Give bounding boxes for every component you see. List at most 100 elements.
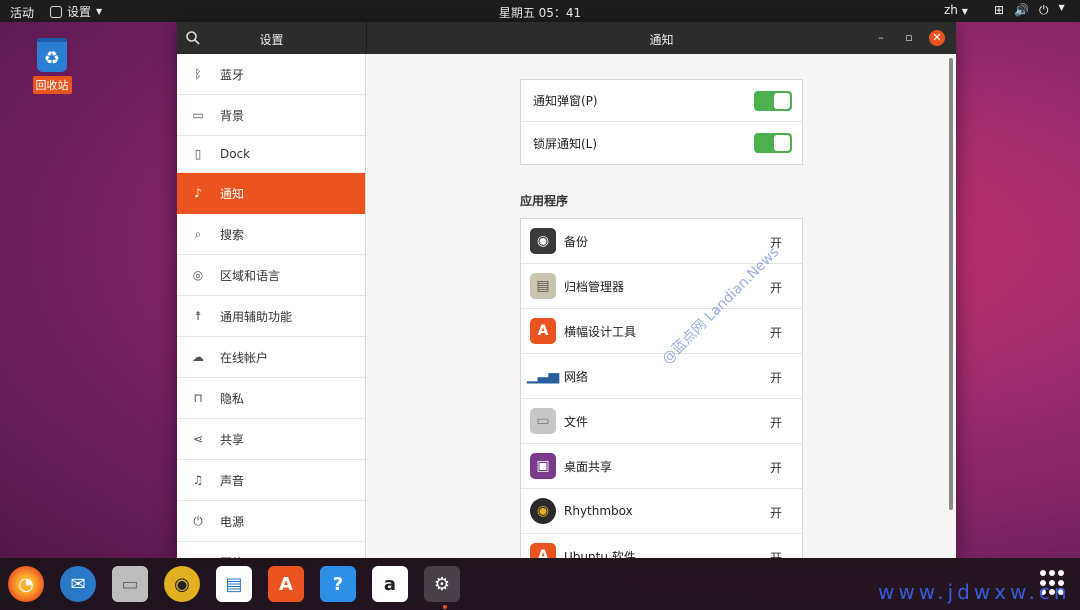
maximize-button[interactable]: ▫ <box>901 30 917 46</box>
sidebar-item-power[interactable]: ⏻ 电源 <box>177 501 365 542</box>
firefox-icon[interactable]: ◔ <box>8 566 44 602</box>
power-icon: ⏻ <box>193 513 203 528</box>
app-row-files[interactable]: ▭ 文件 开 <box>521 399 802 444</box>
grid-dot <box>1058 570 1064 576</box>
minimize-button[interactable]: – <box>873 30 889 46</box>
close-button[interactable]: ✕ <box>929 30 945 46</box>
system-tray[interactable]: ⊞ 🔊 ⏻ ▼ <box>994 3 1065 18</box>
language-label: zh <box>944 3 958 17</box>
grid-dot <box>1040 570 1046 576</box>
bell-icon: ♪ <box>194 186 202 200</box>
writer-icon[interactable]: ▤ <box>216 566 252 602</box>
archive-icon: ▤ <box>530 273 556 299</box>
power-icon: ⏻ <box>1039 3 1049 17</box>
sidebar-item-dock[interactable]: ▯ Dock <box>177 136 365 173</box>
notification-toggles: 通知弹窗(P) 锁屏通知(L) <box>520 79 803 165</box>
title-bar: 设置 通知 – ▫ ✕ <box>177 22 956 54</box>
network-icon: ⊞ <box>994 3 1005 17</box>
app-name: Rhythmbox <box>564 504 633 518</box>
app-state: 开 <box>769 371 782 385</box>
sidebar-item-label: 声音 <box>220 473 245 488</box>
popups-label: 通知弹窗(P) <box>533 94 598 108</box>
sidebar-item-label: 背景 <box>220 108 245 123</box>
rhythmbox-icon[interactable]: ◉ <box>164 566 200 602</box>
popups-switch[interactable] <box>754 91 792 111</box>
grid-dot <box>1049 570 1055 576</box>
app-menu-label: 设置 <box>67 5 92 19</box>
clock-container: 星期五 05：41 <box>0 4 1080 21</box>
app-name: 文件 <box>564 414 589 429</box>
sidebar-item-bluetooth[interactable]: ᛒ 蓝牙 <box>177 54 365 95</box>
files-icon[interactable]: ▭ <box>112 566 148 602</box>
clock[interactable]: 星期五 05：41 <box>499 6 581 20</box>
notifications-panel: 通知弹窗(P) 锁屏通知(L) 应用程序 ◉ 备份 开 ▤ 归档管理器 开 A <box>367 54 956 558</box>
sidebar-item-label: Dock <box>220 147 251 161</box>
sidebar-item-accessibility[interactable]: ☨ 通用辅助功能 <box>177 296 365 337</box>
sidebar-item-privacy[interactable]: ⊓ 隐私 <box>177 378 365 419</box>
volume-icon: 🔊 <box>1014 3 1030 17</box>
caret-down-icon: ▼ <box>961 7 968 16</box>
trash-label: 回收站 <box>32 76 72 94</box>
sidebar-item-region[interactable]: ◎ 区域和语言 <box>177 255 365 296</box>
cloud-icon: ☁ <box>192 350 204 364</box>
app-row-ubuntu-software[interactable]: A Ubuntu 软件 开 <box>521 534 802 558</box>
app-state: 开 <box>769 326 782 340</box>
apps-section-title: 应用程序 <box>520 194 569 208</box>
app-name: 横幅设计工具 <box>564 324 637 339</box>
thunderbird-icon[interactable]: ✉ <box>60 566 96 602</box>
sidebar-item-label: 在线帐户 <box>220 350 269 365</box>
app-row-banner-designer[interactable]: A 横幅设计工具 开 <box>521 309 802 354</box>
help-icon[interactable]: ? <box>320 566 356 602</box>
app-state: 开 <box>769 551 782 558</box>
popups-row: 通知弹窗(P) <box>521 80 802 122</box>
settings-icon[interactable]: ⚙ <box>424 566 460 602</box>
app-row-desktop-sharing[interactable]: ▣ 桌面共享 开 <box>521 444 802 489</box>
scrollbar[interactable] <box>949 58 953 510</box>
sidebar-item-label: 区域和语言 <box>220 268 281 283</box>
site-watermark: www.jdwxw.cn <box>878 580 1071 604</box>
software-icon[interactable]: A <box>268 566 304 602</box>
app-state: 开 <box>769 416 782 430</box>
background-icon: ▭ <box>192 108 204 122</box>
sidebar-item-network[interactable]: ⊟ 网络 <box>177 542 365 558</box>
sidebar-item-label: 通知 <box>220 186 245 201</box>
app-name: 桌面共享 <box>564 459 613 474</box>
rhythmbox-icon: ◉ <box>530 498 556 524</box>
software-a-icon: A <box>530 318 556 344</box>
globe-icon: ◎ <box>192 268 204 282</box>
sidebar-item-label: 共享 <box>220 432 245 447</box>
sidebar-item-label: 通用辅助功能 <box>220 309 293 324</box>
recycle-bin-icon: ♻ <box>37 38 67 72</box>
caret-down-icon: ▼ <box>96 7 103 16</box>
sidebar-item-sharing[interactable]: ⋖ 共享 <box>177 419 365 460</box>
running-indicator <box>443 605 447 609</box>
folder-icon: ▭ <box>530 408 556 434</box>
sidebar-item-background[interactable]: ▭ 背景 <box>177 95 365 136</box>
sidebar-item-label: 电源 <box>220 514 245 529</box>
lockscreen-switch[interactable] <box>754 133 792 153</box>
sidebar-item-notifications[interactable]: ♪ 通知 <box>177 173 365 214</box>
app-state: 开 <box>769 461 782 475</box>
sidebar-item-label: 蓝牙 <box>220 67 245 82</box>
settings-icon <box>50 5 62 18</box>
lockscreen-row: 锁屏通知(L) <box>521 122 802 164</box>
amazon-icon[interactable]: a <box>372 566 408 602</box>
music-note-icon: ♫ <box>192 473 204 487</box>
signal-bars-icon: ▁▃▅ <box>526 368 560 384</box>
desktop-trash[interactable]: ♻ 回收站 <box>30 38 74 94</box>
app-row-network[interactable]: ▁▃▅ 网络 开 <box>521 354 802 399</box>
accessibility-icon: ☨ <box>194 309 202 323</box>
share-icon: ⋖ <box>192 432 204 446</box>
sidebar-item-search[interactable]: ⌕ 搜索 <box>177 214 365 255</box>
app-name: Ubuntu 软件 <box>564 549 636 559</box>
app-name: 网络 <box>564 369 589 384</box>
app-menu[interactable]: 设置 ▼ <box>50 3 102 20</box>
app-row-rhythmbox[interactable]: ◉ Rhythmbox 开 <box>521 489 802 534</box>
caret-down-icon: ▼ <box>1058 3 1065 12</box>
sidebar-item-online-accounts[interactable]: ☁ 在线帐户 <box>177 337 365 378</box>
sidebar-item-sound[interactable]: ♫ 声音 <box>177 460 365 501</box>
ubuntu-software-icon: A <box>530 543 556 558</box>
search-icon: ⌕ <box>194 226 202 241</box>
language-menu[interactable]: zh ▼ <box>944 3 968 17</box>
activities-button[interactable]: 活动 <box>10 4 34 21</box>
